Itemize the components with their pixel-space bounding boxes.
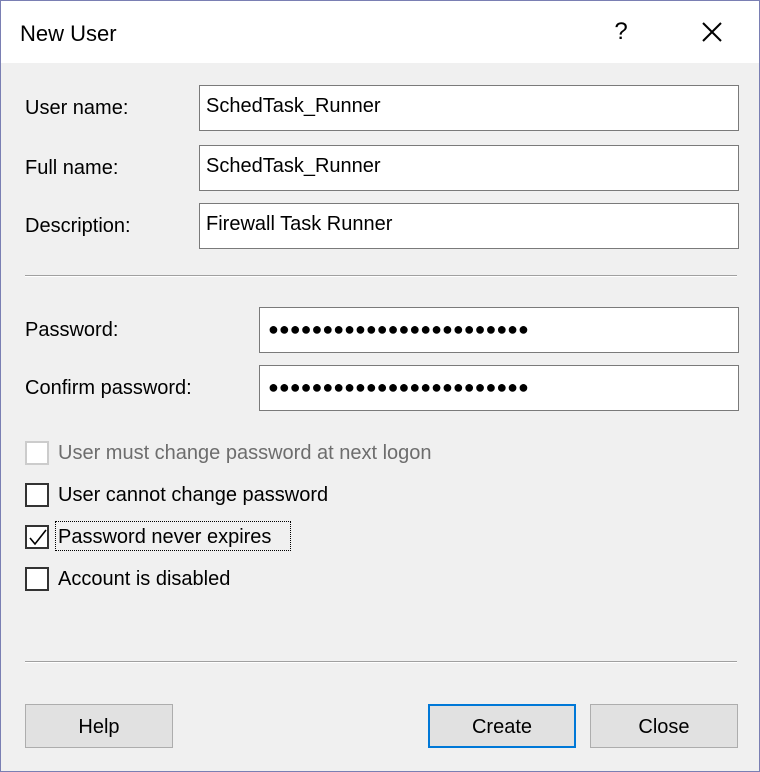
create-button[interactable]: Create [428, 704, 576, 748]
password-never-expires-label: Password never expires [58, 526, 272, 548]
account-disabled-checkbox[interactable] [25, 567, 49, 591]
title-bar: New User ? [1, 1, 759, 63]
full-name-label: Full name: [25, 157, 119, 179]
description-label: Description: [25, 215, 131, 237]
must-change-password-label: User must change password at next logon [58, 442, 432, 464]
close-icon[interactable] [685, 11, 739, 53]
window-title: New User [20, 21, 117, 46]
new-user-dialog: New User ? User name: SchedTask_Runner F… [0, 0, 760, 772]
help-button[interactable]: Help [25, 704, 173, 748]
help-icon[interactable]: ? [605, 15, 637, 49]
full-name-field[interactable]: SchedTask_Runner [199, 145, 739, 191]
description-field[interactable]: Firewall Task Runner [199, 203, 739, 249]
close-button[interactable]: Close [590, 704, 738, 748]
separator-top [25, 275, 737, 277]
check-icon [29, 529, 47, 546]
cannot-change-password-label: User cannot change password [58, 484, 329, 506]
user-name-field[interactable]: SchedTask_Runner [199, 85, 739, 131]
confirm-password-label: Confirm password: [25, 377, 192, 399]
password-never-expires-checkbox[interactable] [25, 525, 49, 549]
user-name-label: User name: [25, 97, 129, 119]
close-x-glyph [702, 22, 722, 42]
cannot-change-password-checkbox[interactable] [25, 483, 49, 507]
must-change-password-checkbox[interactable] [25, 441, 49, 465]
password-field[interactable]: ●●●●●●●●●●●●●●●●●●●●●●●● [259, 307, 739, 353]
password-label: Password: [25, 319, 119, 341]
confirm-password-field[interactable]: ●●●●●●●●●●●●●●●●●●●●●●●● [259, 365, 739, 411]
separator-bottom [25, 661, 737, 663]
account-disabled-label: Account is disabled [58, 568, 231, 590]
